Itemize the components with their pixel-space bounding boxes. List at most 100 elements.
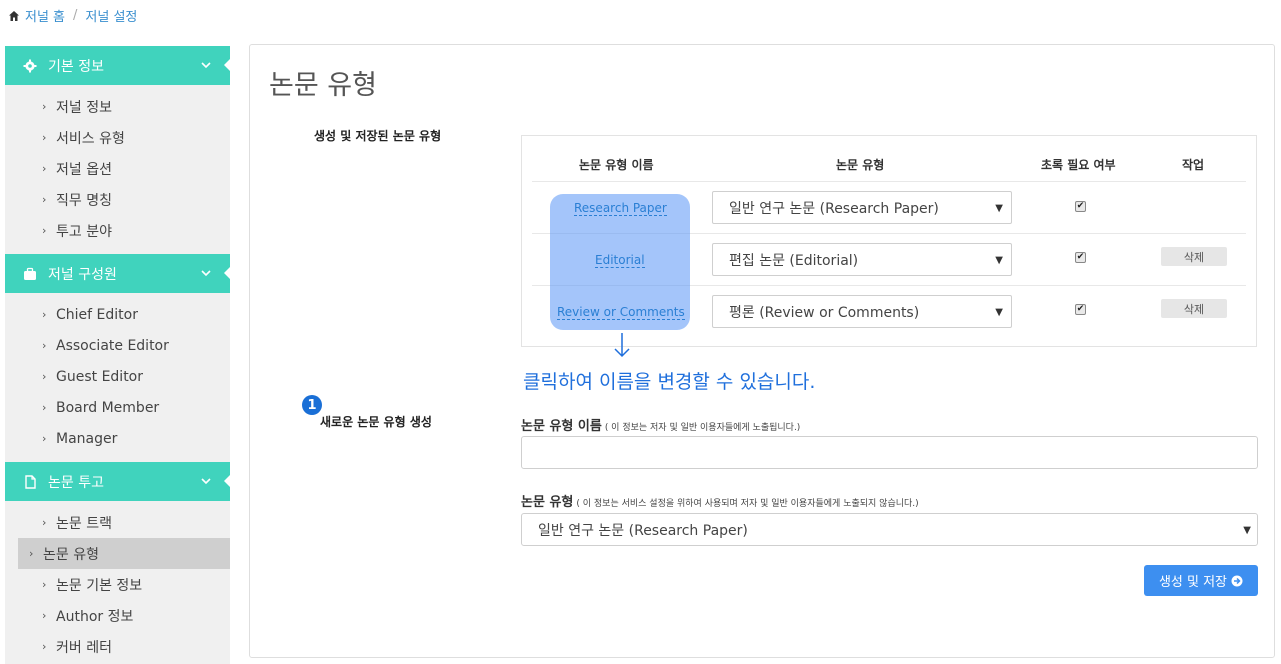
table-header-abstract: 초록 필요 여부 [1041, 158, 1116, 172]
abstract-required-checkbox-row-3[interactable]: ✔ [1075, 304, 1086, 315]
chevron-right-icon: › [29, 547, 34, 560]
type-name-link-research-paper[interactable]: Research Paper [574, 201, 667, 216]
caret-down-icon: ▼ [1243, 525, 1251, 536]
sidebar-item-journal-info[interactable]: › 저널 정보 [18, 91, 230, 122]
sidebar-item-journal-options[interactable]: › 저널 옵션 [18, 153, 230, 184]
sidebar-item-label: Chief Editor [56, 306, 138, 323]
breadcrumb-home-link[interactable]: 저널 홈 [25, 6, 65, 25]
arrow-down-icon [614, 333, 630, 358]
rename-hint: 클릭하여 이름을 변경할 수 있습니다. [523, 371, 816, 393]
select-value: 평론 (Review or Comments) [729, 304, 920, 321]
chevron-down-icon [201, 478, 211, 485]
type-field-label: 논문 유형( 이 정보는 서비스 설정을 위하여 사용되며 저자 및 일반 이용… [521, 491, 919, 510]
table-divider [532, 181, 1246, 182]
sidebar-section-members[interactable]: 저널 구성원 [5, 254, 231, 293]
sidebar-item-label: Manager [56, 430, 118, 447]
table-header-action: 작업 [1182, 158, 1205, 172]
page-title: 논문 유형 [269, 70, 377, 101]
sidebar-item-paper-type[interactable]: › 논문 유형 [18, 538, 230, 569]
breadcrumb-separator: / [73, 8, 78, 23]
table-header-type: 논문 유형 [836, 158, 885, 172]
sidebar-section-title: 저널 구성원 [48, 266, 117, 283]
sidebar-item-paper-track[interactable]: › 논문 트랙 [18, 507, 230, 538]
sidebar-section-title: 논문 투고 [48, 474, 104, 491]
chevron-right-icon: › [42, 432, 47, 445]
sidebar-item-associate-editor[interactable]: › Associate Editor [18, 330, 230, 361]
saved-types-label: 생성 및 저장된 논문 유형 [314, 129, 442, 143]
name-field-note: ( 이 정보는 저자 및 일반 이용자들에게 노출됩니다.) [604, 423, 801, 433]
chevron-down-icon [201, 62, 211, 69]
sidebar-item-label: 논문 기본 정보 [56, 577, 143, 594]
sidebar-item-cover-letter[interactable]: › 커버 레터 [18, 631, 230, 662]
sidebar-item-label: Author 정보 [56, 608, 134, 625]
select-value: 편집 논문 (Editorial) [729, 252, 859, 269]
chevron-right-icon: › [42, 640, 47, 653]
step-badge: 1 [302, 395, 322, 415]
chevron-right-icon: › [42, 370, 47, 383]
breadcrumb: 저널 홈 / 저널 설정 [8, 6, 137, 25]
table-header-name: 논문 유형 이름 [579, 158, 654, 172]
sidebar-item-submission-fields[interactable]: › 투고 분야 [18, 215, 230, 246]
sidebar-item-label: 서비스 유형 [56, 130, 125, 147]
sidebar-item-label: Guest Editor [56, 368, 144, 385]
sidebar-item-label: Board Member [56, 399, 160, 416]
name-field-label-text: 논문 유형 이름 [521, 419, 602, 434]
document-icon [22, 474, 38, 490]
sidebar-item-board-member[interactable]: › Board Member [18, 392, 230, 423]
abstract-required-checkbox-row-1[interactable]: ✔ [1075, 201, 1086, 212]
sidebar-item-manager[interactable]: › Manager [18, 423, 230, 454]
chevron-right-icon: › [42, 162, 47, 175]
gear-icon [22, 58, 38, 74]
chevron-right-icon: › [42, 578, 47, 591]
arrow-circle-right-icon [1231, 575, 1243, 586]
type-name-link-editorial[interactable]: Editorial [595, 253, 645, 268]
sidebar-section-submission[interactable]: 논문 투고 [5, 462, 231, 501]
abstract-required-checkbox-row-2[interactable]: ✔ [1075, 252, 1086, 263]
sidebar-item-service-type[interactable]: › 서비스 유형 [18, 122, 230, 153]
sidebar: 기본 정보 › 저널 정보 › 서비스 유형 › 저널 옵션 › 직무 명칭 › 투고 분… [5, 46, 231, 664]
type-select-row-3[interactable]: 평론 (Review or Comments) ▼ [712, 295, 1012, 328]
sidebar-item-chief-editor[interactable]: › Chief Editor [18, 299, 230, 330]
chevron-right-icon: › [42, 339, 47, 352]
create-button-label: 생성 및 저장 [1158, 575, 1228, 590]
chevron-right-icon: › [42, 308, 47, 321]
sidebar-item-label: 논문 유형 [43, 546, 99, 563]
sidebar-item-paper-basic-info[interactable]: › 논문 기본 정보 [18, 569, 230, 600]
delete-button-row-2[interactable]: 삭제 [1161, 247, 1227, 266]
sidebar-item-guest-editor[interactable]: › Guest Editor [18, 361, 230, 392]
name-field-label: 논문 유형 이름( 이 정보는 저자 및 일반 이용자들에게 노출됩니다.) [521, 415, 800, 434]
type-select[interactable]: 일반 연구 논문 (Research Paper) ▼ [521, 513, 1258, 546]
sidebar-section-basic-info[interactable]: 기본 정보 [5, 46, 231, 85]
briefcase-icon [22, 266, 38, 282]
sidebar-item-job-titles[interactable]: › 직무 명칭 [18, 184, 230, 215]
sidebar-item-label: 투고 분야 [56, 223, 112, 240]
chevron-right-icon: › [42, 609, 47, 622]
chevron-right-icon: › [42, 516, 47, 529]
chevron-down-icon [201, 270, 211, 277]
type-field-label-text: 논문 유형 [521, 495, 574, 510]
home-icon [9, 10, 19, 21]
delete-button-row-3[interactable]: 삭제 [1161, 299, 1227, 318]
breadcrumb-current-link[interactable]: 저널 설정 [85, 6, 137, 25]
sidebar-item-label: 논문 트랙 [56, 515, 112, 532]
sidebar-item-label: 저널 정보 [56, 99, 112, 116]
type-name-input[interactable] [521, 436, 1258, 469]
chevron-right-icon: › [42, 193, 47, 206]
sidebar-item-label: Associate Editor [56, 337, 169, 354]
caret-down-icon: ▼ [995, 307, 1003, 318]
sidebar-item-label: 커버 레터 [56, 639, 112, 656]
select-value: 일반 연구 논문 (Research Paper) [538, 522, 748, 539]
select-value: 일반 연구 논문 (Research Paper) [729, 200, 939, 217]
type-select-row-1[interactable]: 일반 연구 논문 (Research Paper) ▼ [712, 191, 1012, 224]
chevron-right-icon: › [42, 100, 47, 113]
sidebar-item-label: 저널 옵션 [56, 161, 112, 178]
create-and-save-button[interactable]: 생성 및 저장 [1144, 565, 1258, 596]
sidebar-section-title: 기본 정보 [48, 58, 104, 75]
type-field-note: ( 이 정보는 서비스 설정을 위하여 사용되며 저자 및 일반 이용자들에게 … [576, 499, 919, 509]
sidebar-item-label: 직무 명칭 [56, 192, 112, 209]
type-select-row-2[interactable]: 편집 논문 (Editorial) ▼ [712, 243, 1012, 276]
caret-down-icon: ▼ [995, 255, 1003, 266]
main-panel: 논문 유형 생성 및 저장된 논문 유형 논문 유형 이름 논문 유형 초록 필… [249, 44, 1275, 658]
sidebar-item-author-info[interactable]: › Author 정보 [18, 600, 230, 631]
type-name-link-review[interactable]: Review or Comments [557, 305, 685, 320]
